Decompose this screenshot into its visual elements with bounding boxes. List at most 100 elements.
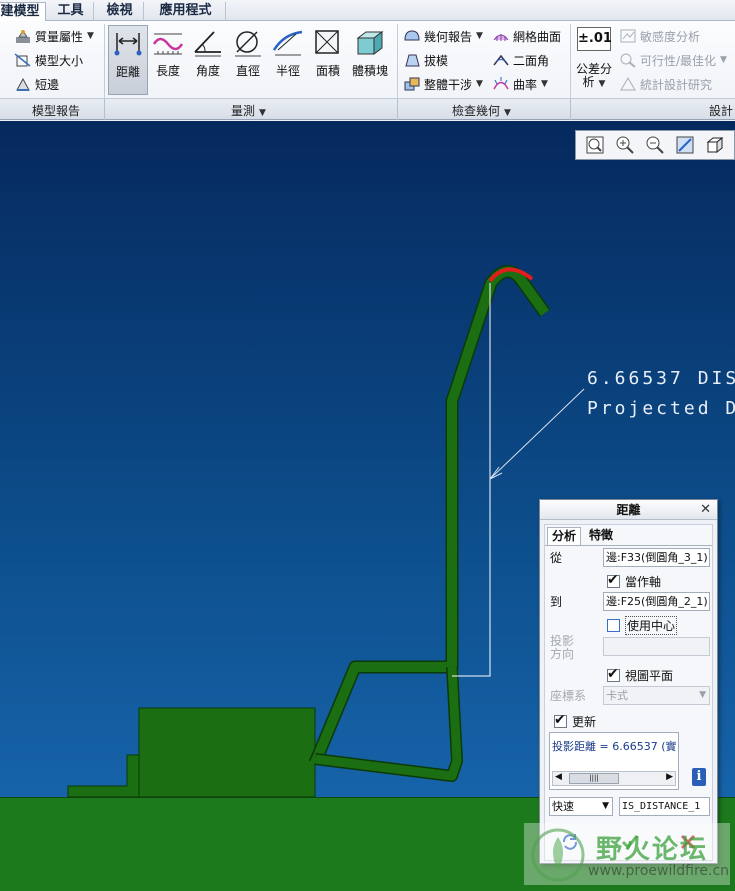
mass-properties-label: 質量屬性 (35, 29, 84, 44)
close-icon[interactable]: ✕ (700, 500, 711, 520)
base-block[interactable] (138, 707, 316, 798)
repaint-icon (676, 136, 694, 154)
angle-label: 角度 (195, 64, 220, 78)
chevron-down-icon[interactable]: ▼ (541, 79, 548, 89)
zoom-fit-button[interactable] (580, 132, 610, 158)
dialog-title-bar[interactable]: 距離 ✕ (540, 500, 717, 520)
mesh-surface-button[interactable]: 網格曲面 (492, 26, 561, 46)
step-block[interactable] (67, 754, 140, 798)
update-label: 更新 (572, 715, 597, 729)
draft-label: 拔模 (424, 53, 449, 68)
chevron-down-icon[interactable]: ▼ (504, 108, 511, 118)
diameter-button[interactable]: 直徑 (228, 25, 268, 95)
group-divider (104, 99, 105, 120)
area-button[interactable]: 面積 (308, 25, 348, 95)
checkbox-box[interactable] (554, 712, 567, 728)
csys-label: 座標系 (550, 689, 587, 703)
feasibility-label: 可行性/最佳化 (640, 53, 717, 68)
mesh-surface-icon (492, 28, 510, 44)
from-reference-field[interactable]: 邊:F33(倒圓角_3_1) (603, 548, 710, 567)
chevron-down-icon[interactable]: ▼ (699, 687, 706, 704)
tolerance-label-line2: 析 (582, 75, 595, 89)
scroll-thumb[interactable]: |||| (569, 773, 619, 784)
tab-view[interactable]: 檢視 (96, 2, 144, 21)
measure-group-label[interactable]: 量測 ▼ (231, 102, 266, 119)
as-axis-label: 當作軸 (625, 575, 662, 589)
tolerance-analysis-button[interactable]: ±.01 公差分 析 ▼ (574, 27, 614, 97)
statistical-design-button[interactable]: 統計設計研究 (619, 74, 712, 94)
view-plane-checkbox[interactable]: 視圖平面 (607, 666, 674, 684)
dimension-type-text[interactable]: Projected Di (587, 398, 735, 419)
chevron-down-icon[interactable]: ▼ (87, 31, 94, 41)
zoom-in-button[interactable] (610, 132, 640, 158)
group-divider (570, 99, 571, 120)
geometry-report-button[interactable]: 幾何報告 ▼ (403, 26, 483, 46)
checkbox-box[interactable] (607, 666, 620, 682)
use-center-checkbox[interactable]: 使用中心 (607, 616, 678, 635)
radius-button[interactable]: 半徑 (268, 25, 308, 95)
tab-tools[interactable]: 工具 (48, 2, 94, 21)
result-text: 投影距離 = 6.66537 (實際 (552, 740, 676, 753)
chevron-down-icon[interactable]: ▼ (259, 108, 266, 118)
angle-button[interactable]: 角度 (188, 25, 228, 95)
chevron-down-icon[interactable]: ▼ (720, 55, 727, 65)
checkbox-box[interactable] (607, 572, 620, 588)
sensitivity-icon (619, 28, 637, 44)
checkbox-box[interactable] (607, 619, 620, 632)
bent-rod[interactable] (310, 266, 550, 765)
curvature-label: 曲率 (513, 77, 538, 92)
feasibility-button[interactable]: 可行性/最佳化 ▼ (619, 50, 727, 70)
tab-analysis[interactable]: 分析 (547, 527, 582, 545)
sensitivity-analysis-button[interactable]: 敏感度分析 (619, 26, 700, 46)
dimension-value-text[interactable]: 6.66537 DIST (587, 368, 735, 389)
to-reference-field[interactable]: 邊:F25(倒圓角_2_1) (603, 592, 710, 611)
watermark-text: 野火论坛 (596, 835, 709, 865)
inspect-geometry-group-label[interactable]: 檢查幾何 ▼ (452, 102, 511, 119)
mass-properties-button[interactable]: 質量屬性 ▼ (14, 26, 94, 46)
global-interference-button[interactable]: 整體干涉 ▼ (403, 74, 483, 94)
projection-direction-field[interactable] (603, 637, 710, 656)
short-edge-button[interactable]: 短邊 (14, 74, 59, 94)
saved-views-button[interactable] (700, 132, 730, 158)
scroll-right-icon[interactable]: ▶ (666, 772, 673, 782)
diameter-label: 直徑 (235, 64, 260, 78)
tab-applications[interactable]: 應用程式 (146, 2, 226, 21)
mass-properties-icon (14, 28, 32, 44)
forum-watermark: 野火论坛 www.proewildfire.cn (524, 823, 730, 885)
update-checkbox[interactable]: 更新 (554, 712, 597, 730)
chevron-down-icon[interactable]: ▼ (599, 79, 606, 89)
scroll-left-icon[interactable]: ◀ (555, 772, 562, 782)
tolerance-icon: ±.01 (577, 27, 612, 51)
zoom-out-button[interactable] (640, 132, 670, 158)
distance-button[interactable]: 距離 (108, 25, 148, 95)
statistical-label: 統計設計研究 (640, 77, 713, 92)
tab-model[interactable]: 建模型 (0, 2, 46, 22)
draft-button[interactable]: 拔模 (403, 50, 448, 70)
length-button[interactable]: 長度 (148, 25, 188, 95)
chevron-down-icon[interactable]: ▼ (476, 79, 483, 89)
dihedral-angle-icon (492, 52, 510, 68)
feature-name-field[interactable]: IS_DISTANCE_1 (619, 797, 710, 816)
length-icon (152, 33, 184, 55)
model-report-group-label: 模型報告 (32, 104, 81, 118)
chevron-down-icon[interactable]: ▼ (476, 31, 483, 41)
csys-select[interactable]: 卡式 ▼ (603, 686, 710, 705)
dihedral-angle-button[interactable]: 二面角 (492, 50, 549, 70)
speed-mode-select[interactable]: 快速 ▼ (549, 797, 613, 816)
chevron-down-icon[interactable]: ▼ (602, 798, 609, 815)
dialog-body: 分析 特徵 從 邊:F33(倒圓角_3_1) 當作軸 到 邊:F25(倒圓角_2… (544, 524, 713, 861)
view-plane-label: 視圖平面 (625, 669, 674, 683)
tab-feature[interactable]: 特徵 (585, 527, 617, 545)
model-size-button[interactable]: 模型大小 (14, 50, 83, 70)
angle-icon (194, 31, 221, 57)
as-axis-checkbox[interactable]: 當作軸 (607, 572, 662, 590)
volume-button[interactable]: 體積塊 (348, 25, 392, 95)
info-icon[interactable]: i (692, 768, 706, 786)
short-edge-label: 短邊 (35, 77, 60, 92)
curvature-button[interactable]: 曲率 ▼ (492, 74, 548, 94)
statistical-icon (619, 76, 637, 92)
ribbon-group-labels: 模型報告 量測 ▼ 檢查幾何 ▼ 設計 (0, 98, 735, 120)
horizontal-scrollbar[interactable]: ◀ |||| ▶ (552, 771, 676, 786)
repaint-button[interactable] (670, 132, 700, 158)
curvature-icon (492, 76, 510, 92)
